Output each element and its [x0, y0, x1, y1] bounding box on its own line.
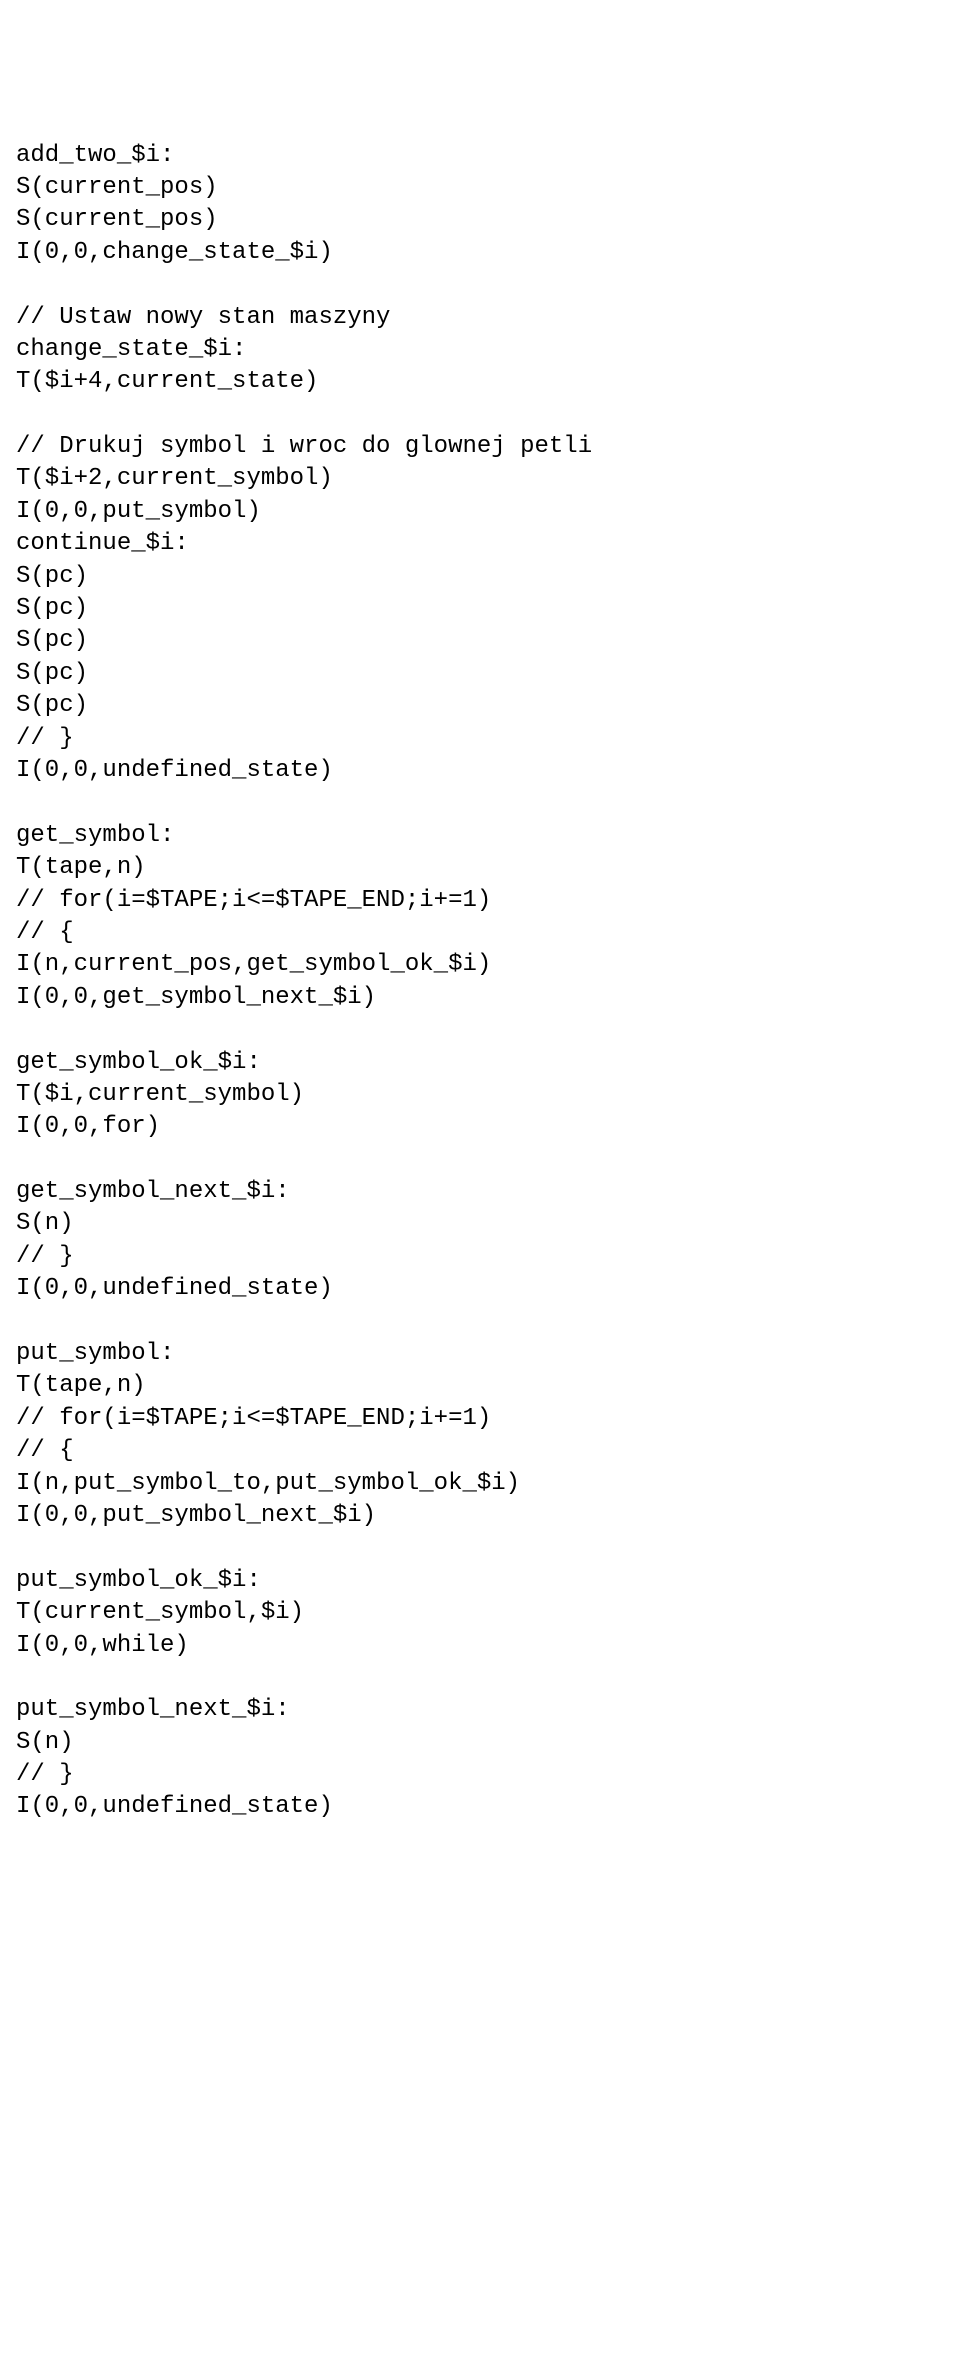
code-block: add_two_$i: S(current_pos) S(current_pos…	[16, 140, 944, 1824]
